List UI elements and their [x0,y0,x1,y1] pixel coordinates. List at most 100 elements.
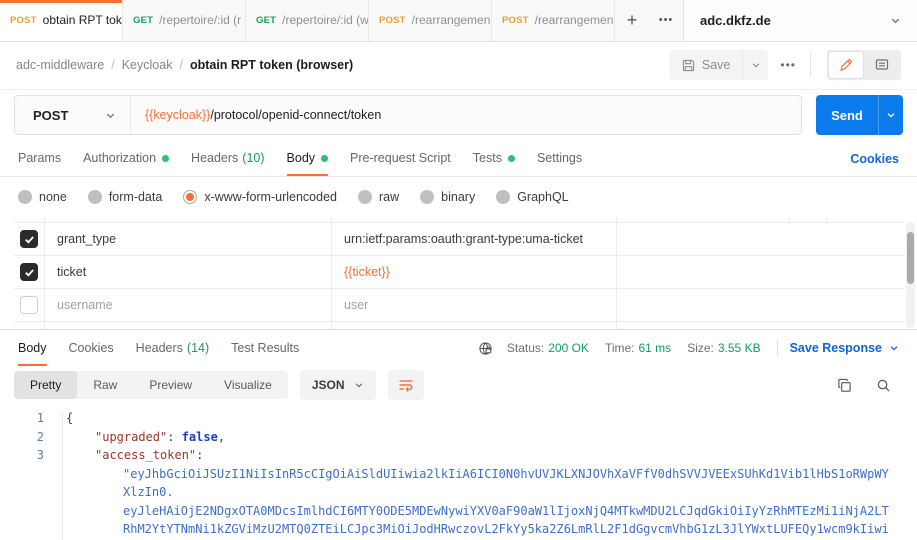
code-line: 1 { [0,409,917,428]
mode-label: none [39,190,67,205]
cookies-link[interactable]: Cookies [850,141,899,176]
save-options-button[interactable] [742,50,768,81]
mode-form-data[interactable]: form-data [87,190,162,205]
pencil-icon [839,58,853,72]
response-body-actions [837,378,903,393]
send-options-button[interactable] [878,95,903,136]
response-tab-test-results[interactable]: Test Results [231,330,299,366]
checkbox-checked[interactable] [20,263,38,282]
json-key: "access_token" [95,448,197,463]
request-more-actions-icon[interactable]: ••• [780,58,796,72]
json-string-token: eyJleHAiOjE2NDgxOTA0MDcsImlhdCI6MTY0ODE5… [123,503,889,518]
radio-icon[interactable] [420,190,435,205]
save-response-button[interactable]: Save Response [790,341,899,355]
mode-none[interactable]: none [18,190,67,205]
documentation-pencil-button[interactable] [828,51,864,80]
wrap-lines-button[interactable] [387,370,424,401]
mode-binary[interactable]: binary [420,190,476,205]
copy-icon[interactable] [837,378,852,393]
response-body-json[interactable]: 1 { 2 "upgraded": false, 3 "access_token… [0,404,917,540]
param-description[interactable] [617,256,905,288]
param-key[interactable]: grant_type [45,223,332,256]
view-mode-segmented-control: Pretty Raw Preview Visualize [14,371,288,400]
header-actions: Save ••• [669,50,901,81]
radio-icon[interactable] [358,190,372,205]
json-comma: , [217,429,226,444]
chevron-down-icon [890,15,901,26]
json-string-token: "eyJhbGciOiJSUzI1NiIsInR5cCIgOiAiSldUIiw… [123,466,889,481]
save-button[interactable]: Save [670,58,743,72]
body-mode-options: none form-data x-www-form-urlencoded raw… [0,177,917,217]
mode-graphql[interactable]: GraphQL [496,190,569,205]
param-value-variable[interactable]: {{ticket}} [332,256,617,289]
response-tab-cookies[interactable]: Cookies [69,330,114,366]
tab-label: Settings [536,151,583,166]
tab-settings[interactable]: Settings [537,141,582,176]
comments-button[interactable] [864,51,900,79]
radio-selected-icon[interactable] [183,190,198,205]
tab-authorization[interactable]: Authorization [83,141,170,176]
radio-icon[interactable] [18,190,32,205]
environment-selector[interactable]: adc.dkfz.de [683,0,917,41]
search-icon[interactable] [876,378,891,393]
breadcrumb-folder[interactable]: Keycloak [122,58,173,72]
line-number: 1 [36,411,44,426]
tab-tests[interactable]: Tests [473,141,515,176]
headers-count: (10) [242,151,265,166]
json-string-token: RhM2YtYTNmNi1kZGViMzU2MTQ0ZTEiLCJpc3MiOi… [123,522,889,537]
param-row-username[interactable]: username user [14,289,905,323]
line-number [0,465,44,484]
method-selector[interactable]: POST [15,96,131,135]
tab-rearrangement-1[interactable]: POST /rearrangemen [369,0,492,41]
mode-x-www-form-urlencoded[interactable]: x-www-form-urlencoded [183,190,337,205]
view-visualize[interactable]: Visualize [208,371,288,399]
param-key[interactable]: ticket [45,256,332,289]
response-tab-body[interactable]: Body [18,330,47,367]
tab-rearrangement-2[interactable]: POST /rearrangemen [492,0,615,41]
radio-icon[interactable] [87,190,102,205]
tab-body[interactable]: Body [286,141,329,177]
checkbox-checked[interactable] [20,230,38,249]
vertical-scrollbar[interactable] [906,222,915,329]
tab-repertoire-id-1[interactable]: GET /repertoire/:id (r [123,0,246,41]
view-pretty[interactable]: Pretty [14,371,78,400]
param-key[interactable]: username [45,289,332,322]
tab-pre-request-script[interactable]: Pre-request Script [350,141,451,176]
tab-label: Authorization [83,151,157,166]
new-tab-button[interactable]: + [615,0,649,41]
urlencoded-params-table: grant_type urn:ietf:params:oauth:grant-t… [0,217,917,330]
radio-icon[interactable] [496,190,511,205]
tab-obtain-rpt-token[interactable]: POST obtain RPT toke [0,0,123,41]
param-row-ticket[interactable]: ticket {{ticket}} [14,256,905,290]
tab-options-icon[interactable]: ••• [649,0,683,41]
mode-label: binary [441,190,476,205]
tab-method-badge: GET [133,14,154,26]
network-globe-icon[interactable] [478,341,493,356]
param-value[interactable]: urn:ietf:params:oauth:grant-type:uma-tic… [332,223,617,256]
response-tab-headers[interactable]: Headers (14) [136,330,209,366]
view-raw[interactable]: Raw [77,371,133,399]
line-number [0,502,44,521]
checkbox-unchecked[interactable] [20,296,38,315]
view-preview[interactable]: Preview [133,371,208,399]
json-brace: { [66,411,74,426]
json-colon: : [196,448,204,463]
save-icon [682,59,695,72]
scrollbar-thumb[interactable] [907,232,914,285]
param-value[interactable]: user [332,289,617,322]
tab-repertoire-id-2[interactable]: GET /repertoire/:id (w [246,0,369,41]
language-selector[interactable]: JSON [299,370,376,401]
tab-label: Body [18,340,47,355]
url-input[interactable]: {{keycloak}}/protocol/openid-connect/tok… [131,108,381,122]
tab-method-badge: POST [10,14,37,26]
breadcrumb-collection[interactable]: adc-middleware [16,58,104,72]
param-row-grant-type[interactable]: grant_type urn:ietf:params:oauth:grant-t… [14,223,905,257]
right-sidebar-toggle-group [827,50,901,81]
time-value: 61 ms [638,341,672,356]
tab-params[interactable]: Params [18,141,61,176]
mode-raw[interactable]: raw [358,190,399,205]
param-description[interactable] [617,223,905,255]
param-description[interactable] [617,289,905,321]
tab-headers[interactable]: Headers (10) [191,141,264,176]
send-button[interactable]: Send [816,95,878,136]
